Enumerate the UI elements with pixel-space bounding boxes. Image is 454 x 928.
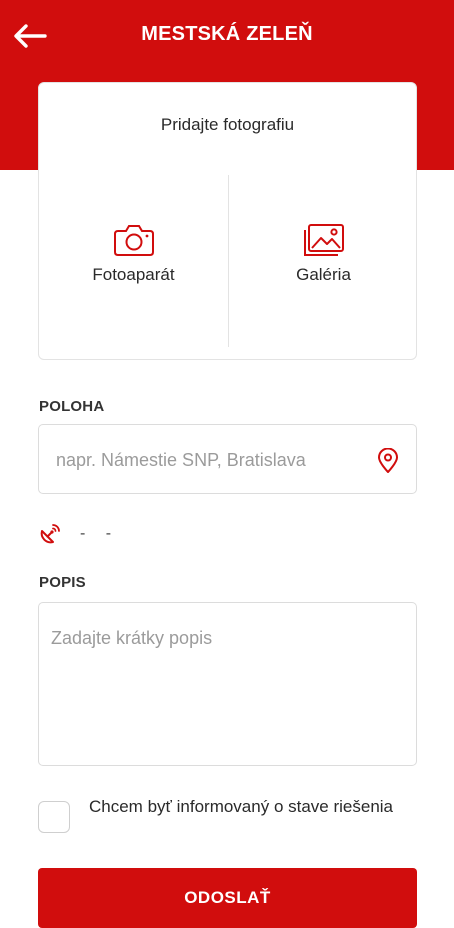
camera-button[interactable]: Fotoaparát (39, 223, 228, 303)
location-label: POLOHA (39, 398, 105, 415)
description-label: POPIS (39, 574, 86, 591)
location-placeholder: napr. Námestie SNP, Bratislava (56, 450, 306, 470)
gps-coordinates-row: - - (38, 520, 119, 548)
app-header: MESTSKÁ ZELEŇ (0, 0, 454, 72)
camera-label: Fotoaparát (92, 265, 175, 284)
location-input[interactable]: napr. Námestie SNP, Bratislava (38, 424, 417, 494)
gallery-label: Galéria (296, 265, 351, 284)
add-photo-card: Pridajte fotografiu Fotoaparát Galéria (38, 82, 417, 360)
satellite-dish-icon (40, 524, 60, 544)
page-title: MESTSKÁ ZELEŇ (141, 23, 313, 45)
gps-coordinates-text: - - (80, 525, 120, 542)
notify-checkbox[interactable] (38, 801, 70, 833)
gallery-button[interactable]: Galéria (229, 223, 418, 303)
location-pin-icon[interactable] (376, 448, 400, 474)
description-placeholder: Zadajte krátky popis (51, 628, 213, 648)
submit-button[interactable]: ODOSLAŤ (38, 868, 417, 928)
add-photo-title: Pridajte fotografiu (160, 115, 295, 134)
gallery-icon (303, 224, 344, 256)
notify-checkbox-label[interactable]: Chcem byť informovaný o stave riešenia (89, 795, 409, 818)
camera-icon (113, 225, 154, 256)
description-input[interactable]: Zadajte krátky popis (38, 602, 417, 766)
